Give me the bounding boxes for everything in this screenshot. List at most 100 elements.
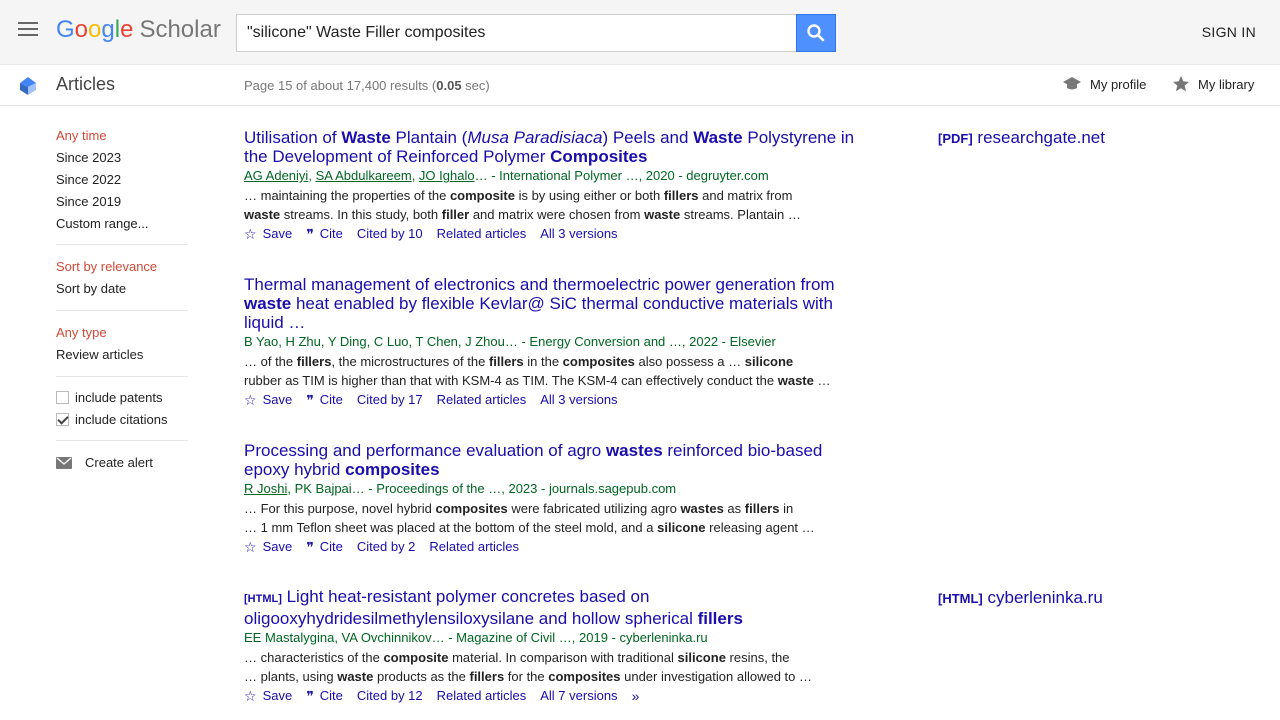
filter-any-time[interactable]: Any time (56, 128, 107, 143)
create-alert-button[interactable]: Create alert (56, 455, 153, 470)
sign-in-button[interactable]: SIGN IN (1202, 24, 1256, 40)
logo-letter: G (56, 16, 75, 43)
graduation-cap-icon (1063, 77, 1081, 90)
snippet-highlight: fillers (744, 501, 780, 516)
cite-button[interactable]: ❞ Cite (306, 688, 343, 704)
snippet-text: and matrix were chosen from (469, 207, 645, 222)
more-chevron-icon[interactable]: » (632, 688, 640, 704)
quote-icon: ❞ (306, 392, 314, 408)
snippet-text: also possess a … (634, 354, 745, 369)
results-prefix: Page 15 of about 17,400 results ( (244, 78, 437, 93)
search-result: Utilisation of Waste Plantain (Musa Para… (244, 128, 864, 242)
filter-since-2019[interactable]: Since 2019 (56, 194, 121, 209)
title-text: Processing and performance evaluation of… (244, 441, 606, 460)
checkbox-checked[interactable] (56, 413, 69, 426)
cited-by-link[interactable]: Cited by 10 (357, 226, 423, 242)
snippet-text: , the microstructures of the (331, 354, 489, 369)
include-citations-checkbox[interactable]: include citations (56, 412, 168, 427)
search-icon (807, 24, 825, 42)
source-domain: researchgate.net (977, 128, 1105, 147)
author-link[interactable]: JO Ighalo (419, 168, 475, 183)
related-articles-link[interactable]: Related articles (437, 392, 527, 408)
snippet-text: … 1 mm Teflon sheet was placed at the bo… (244, 520, 658, 535)
star-outline-icon: ☆ (244, 539, 257, 555)
filter-review-articles[interactable]: Review articles (56, 347, 143, 362)
section-title: Articles (56, 74, 116, 94)
save-button[interactable]: ☆ Save (244, 226, 292, 242)
top-bar: Google Scholar "silicone" Waste Filler co… (0, 0, 1280, 64)
snippet-highlight: silicone (744, 354, 794, 369)
search-button[interactable] (796, 14, 836, 52)
snippet-text: … characteristics of the (244, 650, 384, 665)
result-title-link[interactable]: Thermal management of electronics and th… (244, 275, 864, 332)
search-input[interactable]: "silicone" Waste Filler composites (236, 14, 797, 52)
html-source-link[interactable]: [HTML] cyberleninka.ru (938, 588, 1103, 608)
title-text: Plantain ( (390, 128, 468, 147)
star-icon (1173, 76, 1189, 92)
results-bar: Articles Page 15 of about 17,400 results… (0, 64, 1280, 106)
cite-button[interactable]: ❞ Cite (306, 539, 343, 555)
checkbox-unchecked[interactable] (56, 391, 69, 404)
quote-icon: ❞ (306, 226, 314, 242)
result-meta: AG Adeniyi, SA Abdulkareem, JO Ighalo… -… (244, 168, 769, 183)
quote-icon: ❞ (306, 688, 314, 704)
source-domain: cyberleninka.ru (987, 588, 1103, 607)
cite-button[interactable]: ❞ Cite (306, 392, 343, 408)
pdf-tag: [PDF] (938, 131, 973, 146)
result-snippet: … characteristics of the composite mater… (244, 648, 864, 686)
google-scholar-logo[interactable]: Google Scholar (56, 14, 221, 46)
articles-icon (20, 77, 36, 95)
author-link[interactable]: R Joshi (244, 481, 287, 496)
save-button[interactable]: ☆ Save (244, 539, 292, 555)
save-button[interactable]: ☆ Save (244, 392, 292, 408)
sort-by-relevance[interactable]: Sort by relevance (56, 259, 157, 274)
filter-custom-range[interactable]: Custom range... (56, 216, 149, 231)
all-versions-link[interactable]: All 3 versions (540, 392, 617, 408)
my-library-link[interactable]: My library (1172, 75, 1254, 93)
filter-any-type[interactable]: Any type (56, 325, 107, 340)
related-articles-link[interactable]: Related articles (437, 226, 527, 242)
snippet-highlight: filler (441, 207, 470, 222)
my-profile-link[interactable]: My profile (1062, 75, 1146, 93)
snippet-text: and matrix from (698, 188, 793, 203)
cited-by-link[interactable]: Cited by 2 (357, 539, 416, 555)
title-text: ) Peels and (602, 128, 694, 147)
cite-label: Cite (319, 539, 343, 554)
star-outline-icon: ☆ (244, 392, 257, 408)
meta-rest: … - International Polymer …, 2020 - degr… (474, 168, 769, 183)
snippet-text: streams. Plantain … (680, 207, 801, 222)
result-title-link[interactable]: Utilisation of Waste Plantain (Musa Para… (244, 128, 864, 166)
filter-since-2023[interactable]: Since 2023 (56, 150, 121, 165)
all-versions-link[interactable]: All 7 versions (540, 688, 617, 704)
snippet-text: … plants, using (244, 669, 338, 684)
pdf-source-link[interactable]: [PDF] researchgate.net (938, 128, 1105, 148)
divider (56, 310, 188, 311)
result-meta: R Joshi, PK Bajpai… - Proceedings of the… (244, 481, 864, 497)
results-count: Page 15 of about 17,400 results (0.05 se… (244, 78, 490, 93)
result-title-link[interactable]: [HTML] Light heat-resistant polymer conc… (244, 587, 864, 628)
sort-by-date[interactable]: Sort by date (56, 281, 126, 296)
menu-icon[interactable] (18, 22, 38, 40)
include-patents-checkbox[interactable]: include patents (56, 390, 162, 405)
logo-letter: g (101, 16, 115, 43)
html-tag: [HTML] (938, 591, 983, 606)
result-title-link[interactable]: Processing and performance evaluation of… (244, 441, 864, 479)
filter-since-2022[interactable]: Since 2022 (56, 172, 121, 187)
author-link[interactable]: AG Adeniyi (244, 168, 308, 183)
cite-label: Cite (319, 392, 343, 407)
all-versions-link[interactable]: All 3 versions (540, 226, 617, 242)
result-snippet: … For this purpose, novel hybrid composi… (244, 499, 864, 537)
cited-by-link[interactable]: Cited by 17 (357, 392, 423, 408)
save-button[interactable]: ☆ Save (244, 688, 292, 704)
logo-letter: o (88, 16, 102, 43)
snippet-highlight: silicone (677, 650, 726, 665)
title-highlight: fillers (697, 609, 743, 628)
author-link[interactable]: SA Abdulkareem (316, 168, 412, 183)
cite-label: Cite (319, 226, 343, 241)
logo-letter: o (74, 16, 89, 43)
cited-by-link[interactable]: Cited by 12 (357, 688, 423, 704)
snippet-text: … (813, 373, 831, 388)
related-articles-link[interactable]: Related articles (429, 539, 519, 555)
cite-button[interactable]: ❞ Cite (306, 226, 343, 242)
related-articles-link[interactable]: Related articles (437, 688, 527, 704)
